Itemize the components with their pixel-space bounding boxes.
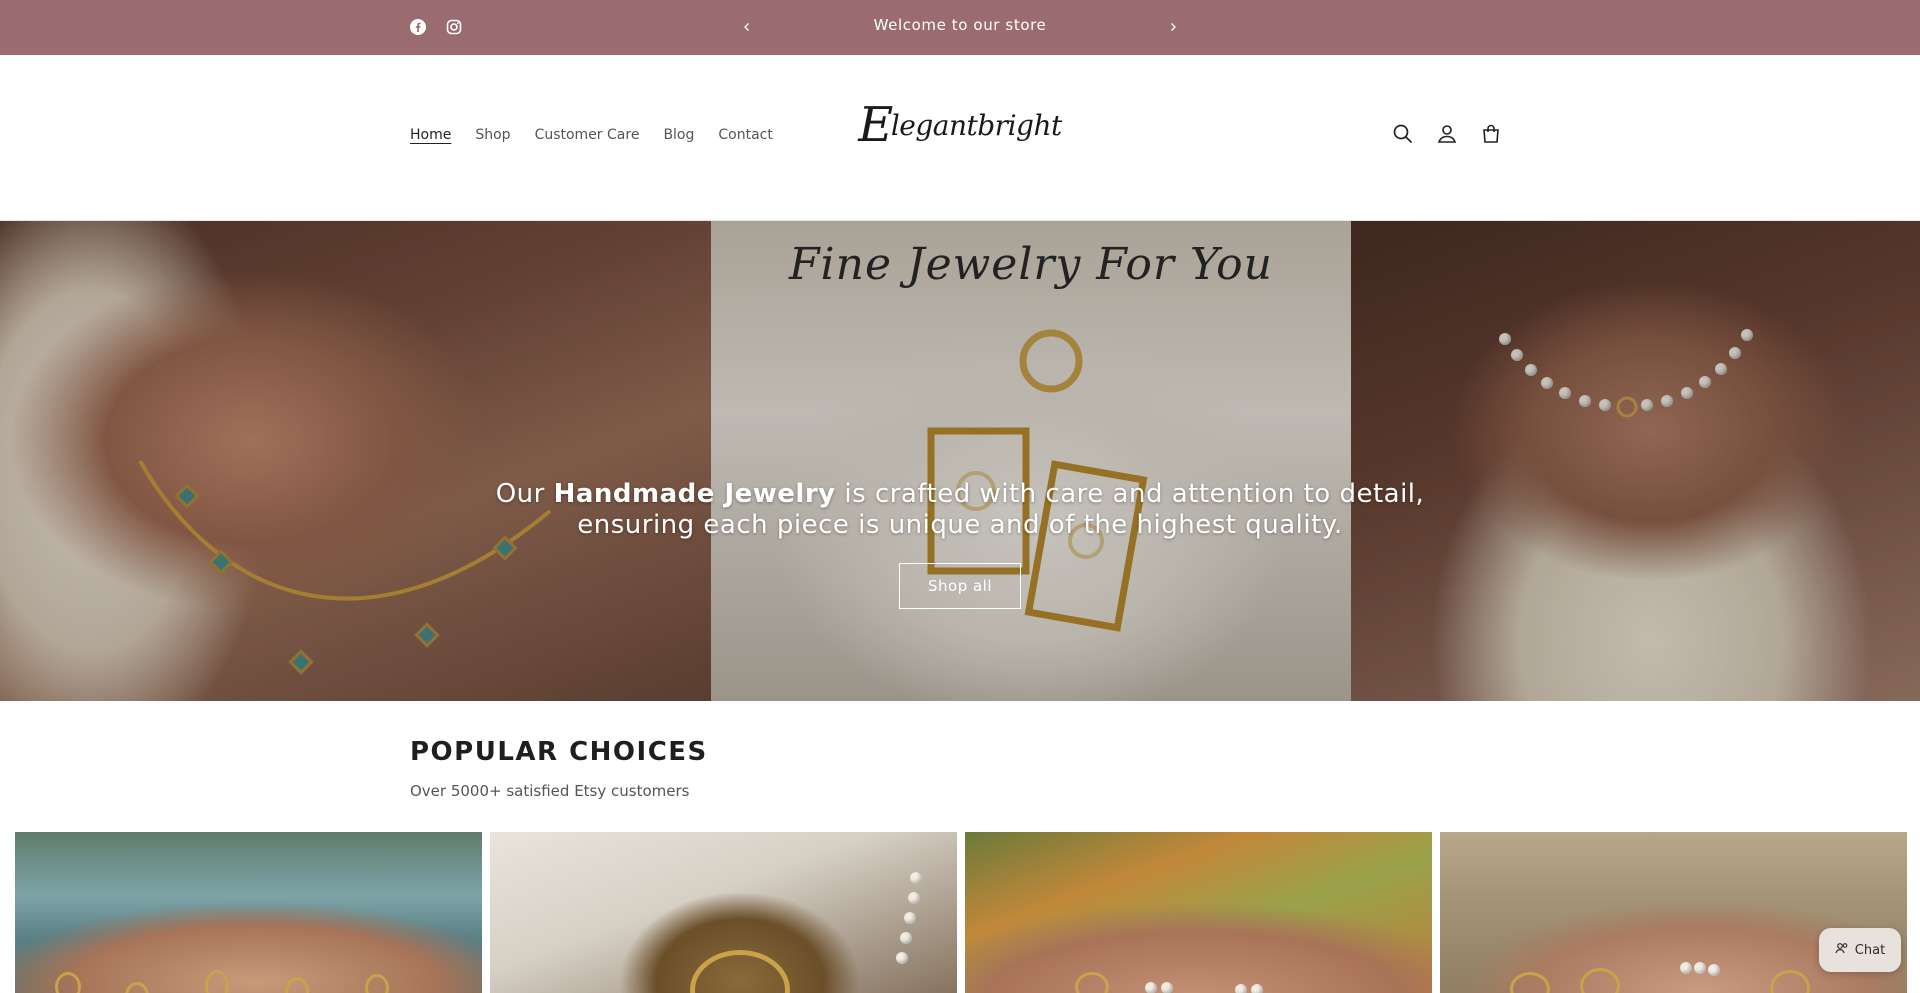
announcement-bar: Welcome to our store bbox=[0, 0, 1920, 55]
hero-overlay bbox=[0, 221, 1920, 701]
nav-home[interactable]: Home bbox=[410, 127, 451, 143]
product-card-2[interactable] bbox=[490, 832, 957, 993]
product-grid bbox=[15, 832, 1907, 993]
site-header: Home Shop Customer Care Blog Contact Ele… bbox=[0, 55, 1920, 221]
site-logo[interactable]: Elegantbright bbox=[858, 95, 1062, 155]
chat-button[interactable]: Chat bbox=[1819, 928, 1901, 972]
chat-label: Chat bbox=[1854, 942, 1886, 958]
nav-blog[interactable]: Blog bbox=[663, 127, 694, 143]
nav-contact[interactable]: Contact bbox=[718, 127, 772, 143]
hero-text: Our Handmade Jewelry is crafted with car… bbox=[495, 479, 1425, 540]
header-icons bbox=[1390, 121, 1504, 147]
nav-shop[interactable]: Shop bbox=[475, 127, 510, 143]
announcement-message: Welcome to our store bbox=[873, 16, 1047, 34]
facebook-icon[interactable] bbox=[408, 17, 428, 37]
hero-script-title: Fine Jewelry For You bbox=[789, 239, 1273, 290]
chat-icon bbox=[1835, 941, 1849, 959]
main-nav: Home Shop Customer Care Blog Contact bbox=[410, 127, 773, 143]
nav-customer-care[interactable]: Customer Care bbox=[535, 127, 640, 143]
announcement-prev-button[interactable] bbox=[735, 14, 759, 38]
shop-all-button[interactable]: Shop all bbox=[899, 563, 1021, 609]
hero-text-bold: Handmade Jewelry bbox=[553, 479, 836, 509]
cart-icon[interactable] bbox=[1478, 121, 1504, 147]
chevron-left-icon bbox=[742, 17, 752, 36]
popular-choices-title: POPULAR CHOICES bbox=[410, 737, 708, 767]
chevron-right-icon bbox=[1168, 17, 1178, 36]
product-card-1[interactable] bbox=[15, 832, 482, 993]
search-icon[interactable] bbox=[1390, 121, 1416, 147]
hero-banner: Fine Jewelry For You Our Handmade Jewelr… bbox=[0, 221, 1920, 701]
announcement-next-button[interactable] bbox=[1161, 14, 1185, 38]
popular-choices-subtitle: Over 5000+ satisfied Etsy customers bbox=[410, 782, 690, 800]
product-card-3[interactable] bbox=[965, 832, 1432, 993]
account-icon[interactable] bbox=[1434, 121, 1460, 147]
social-links bbox=[408, 17, 464, 37]
instagram-icon[interactable] bbox=[444, 17, 464, 37]
